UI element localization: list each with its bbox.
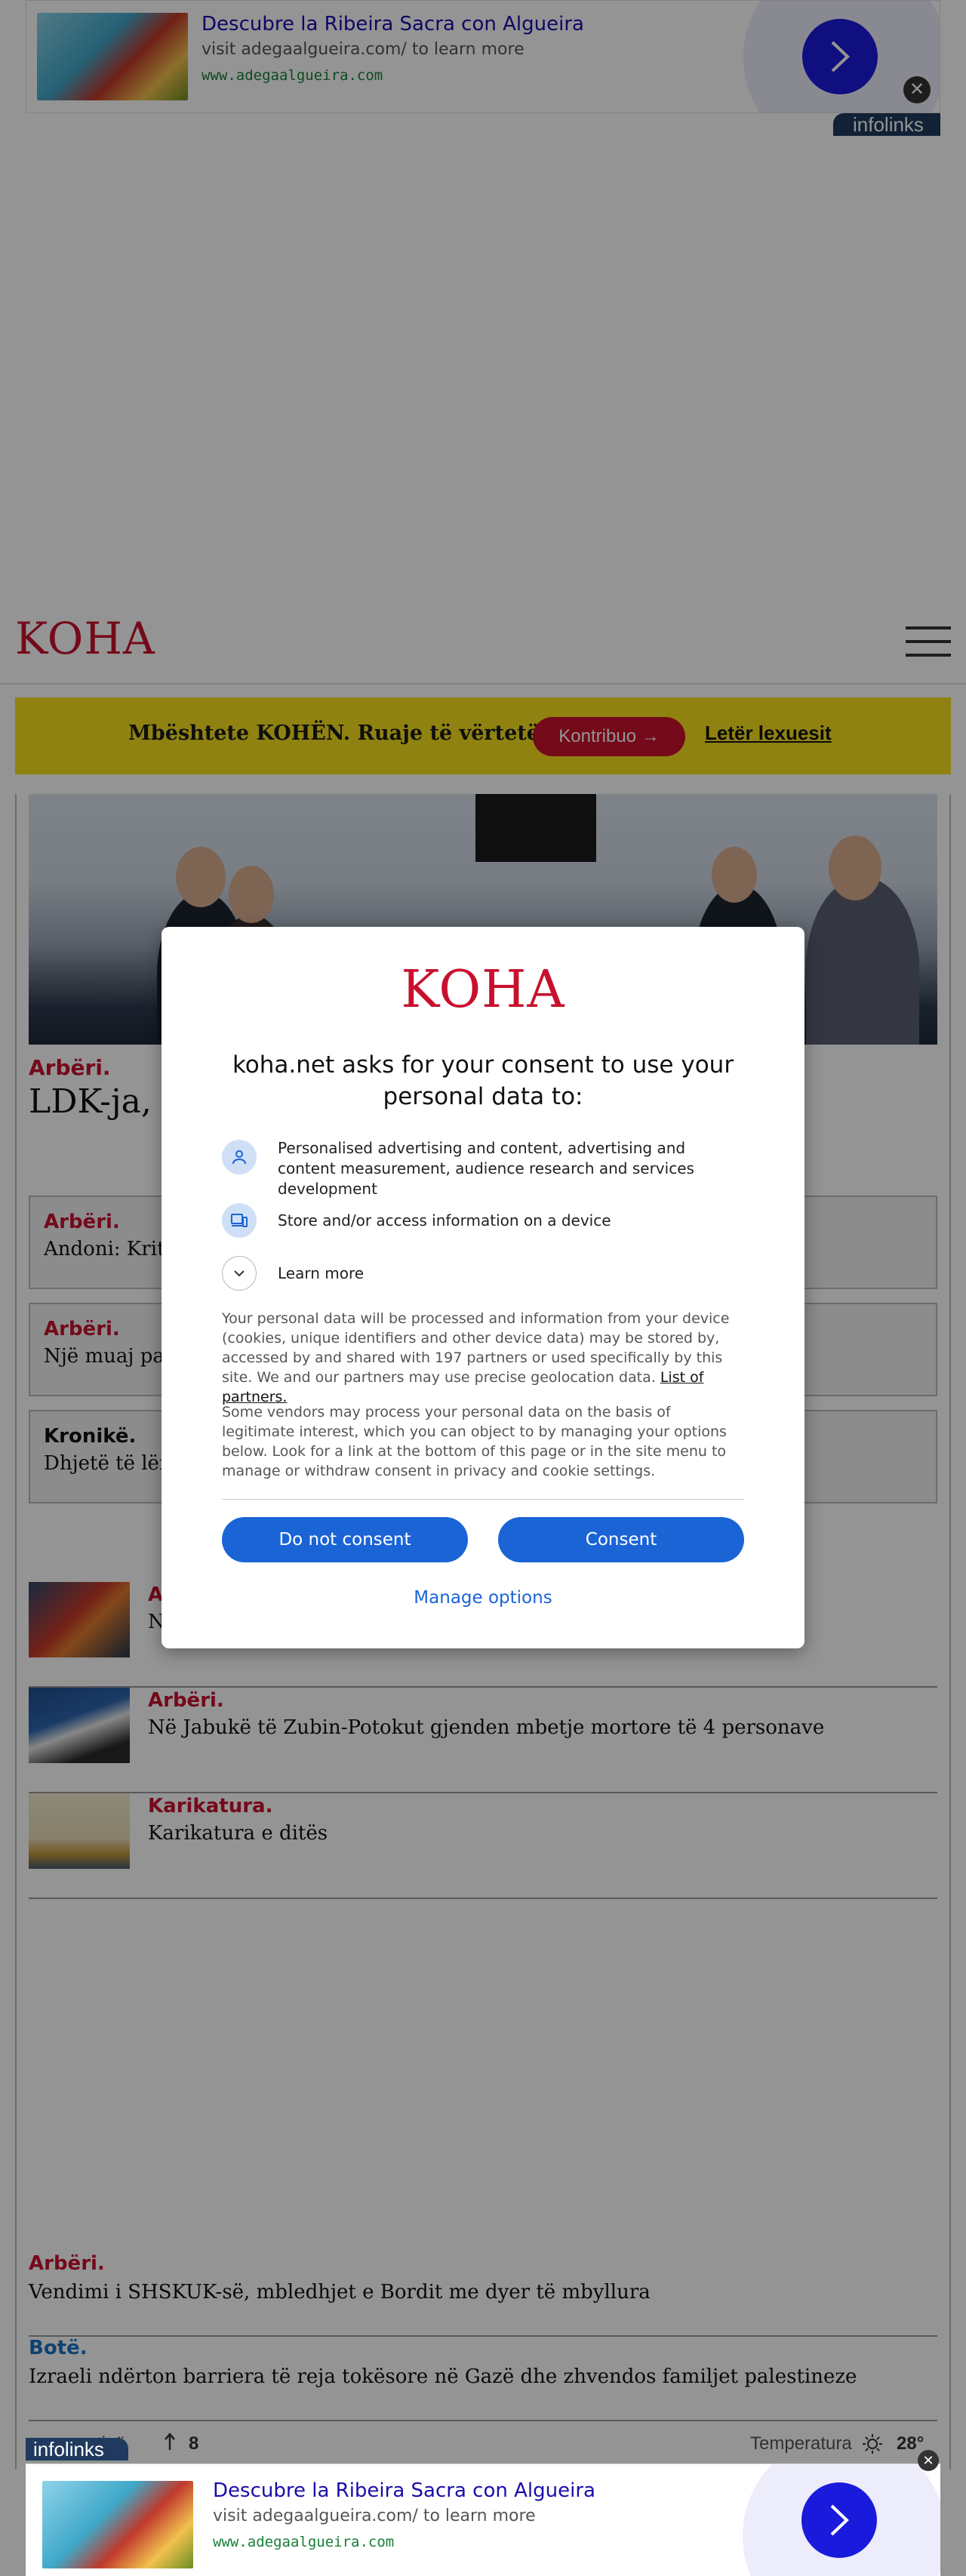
ad-title[interactable]: Descubre la Ribeira Sacra con Algueira	[213, 2479, 595, 2502]
device-icon	[222, 1203, 257, 1238]
ad-url[interactable]: www.adegaalgueira.com	[213, 2534, 394, 2550]
consent-purpose-item: Personalised advertising and content, ad…	[222, 1139, 744, 1198]
consent-info-body: Your personal data will be processed and…	[222, 1310, 730, 1386]
consent-logo: KOHA	[401, 960, 565, 1020]
consent-button[interactable]: Consent	[498, 1517, 744, 1562]
purpose-text: Store and/or access information on a dev…	[278, 1211, 611, 1230]
chevron-down-icon[interactable]	[222, 1256, 257, 1291]
infolinks-badge[interactable]: infolinks	[26, 2438, 128, 2461]
learn-more-toggle[interactable]: Learn more	[222, 1256, 744, 1292]
do-not-consent-button[interactable]: Do not consent	[222, 1517, 468, 1562]
consent-dialog: KOHA koha.net asks for your consent to u…	[162, 927, 804, 1648]
learn-more-label[interactable]: Learn more	[278, 1263, 364, 1284]
ad-go-button[interactable]	[801, 2482, 877, 2558]
ad-subtitle: visit adegaalgueira.com/ to learn more	[213, 2507, 536, 2525]
manage-options-link[interactable]: Manage options	[162, 1588, 804, 1608]
person-icon	[222, 1140, 257, 1174]
chevron-right-icon	[830, 2504, 849, 2536]
consent-heading: koha.net asks for your consent to use yo…	[232, 1051, 734, 1110]
consent-info-text: Your personal data will be processed and…	[222, 1309, 744, 1407]
ad-food-image[interactable]	[42, 2481, 193, 2568]
bottom-ad-banner[interactable]: Descubre la Ribeira Sacra con Algueira v…	[26, 2464, 940, 2576]
consent-divider	[222, 1499, 744, 1500]
ad-close-icon[interactable]: ✕	[918, 2450, 939, 2471]
consent-purpose-item: Store and/or access information on a dev…	[222, 1203, 744, 1239]
consent-legit-interest-text: Some vendors may process your personal d…	[222, 1404, 727, 1479]
purpose-text: Personalised advertising and content, ad…	[278, 1139, 694, 1198]
